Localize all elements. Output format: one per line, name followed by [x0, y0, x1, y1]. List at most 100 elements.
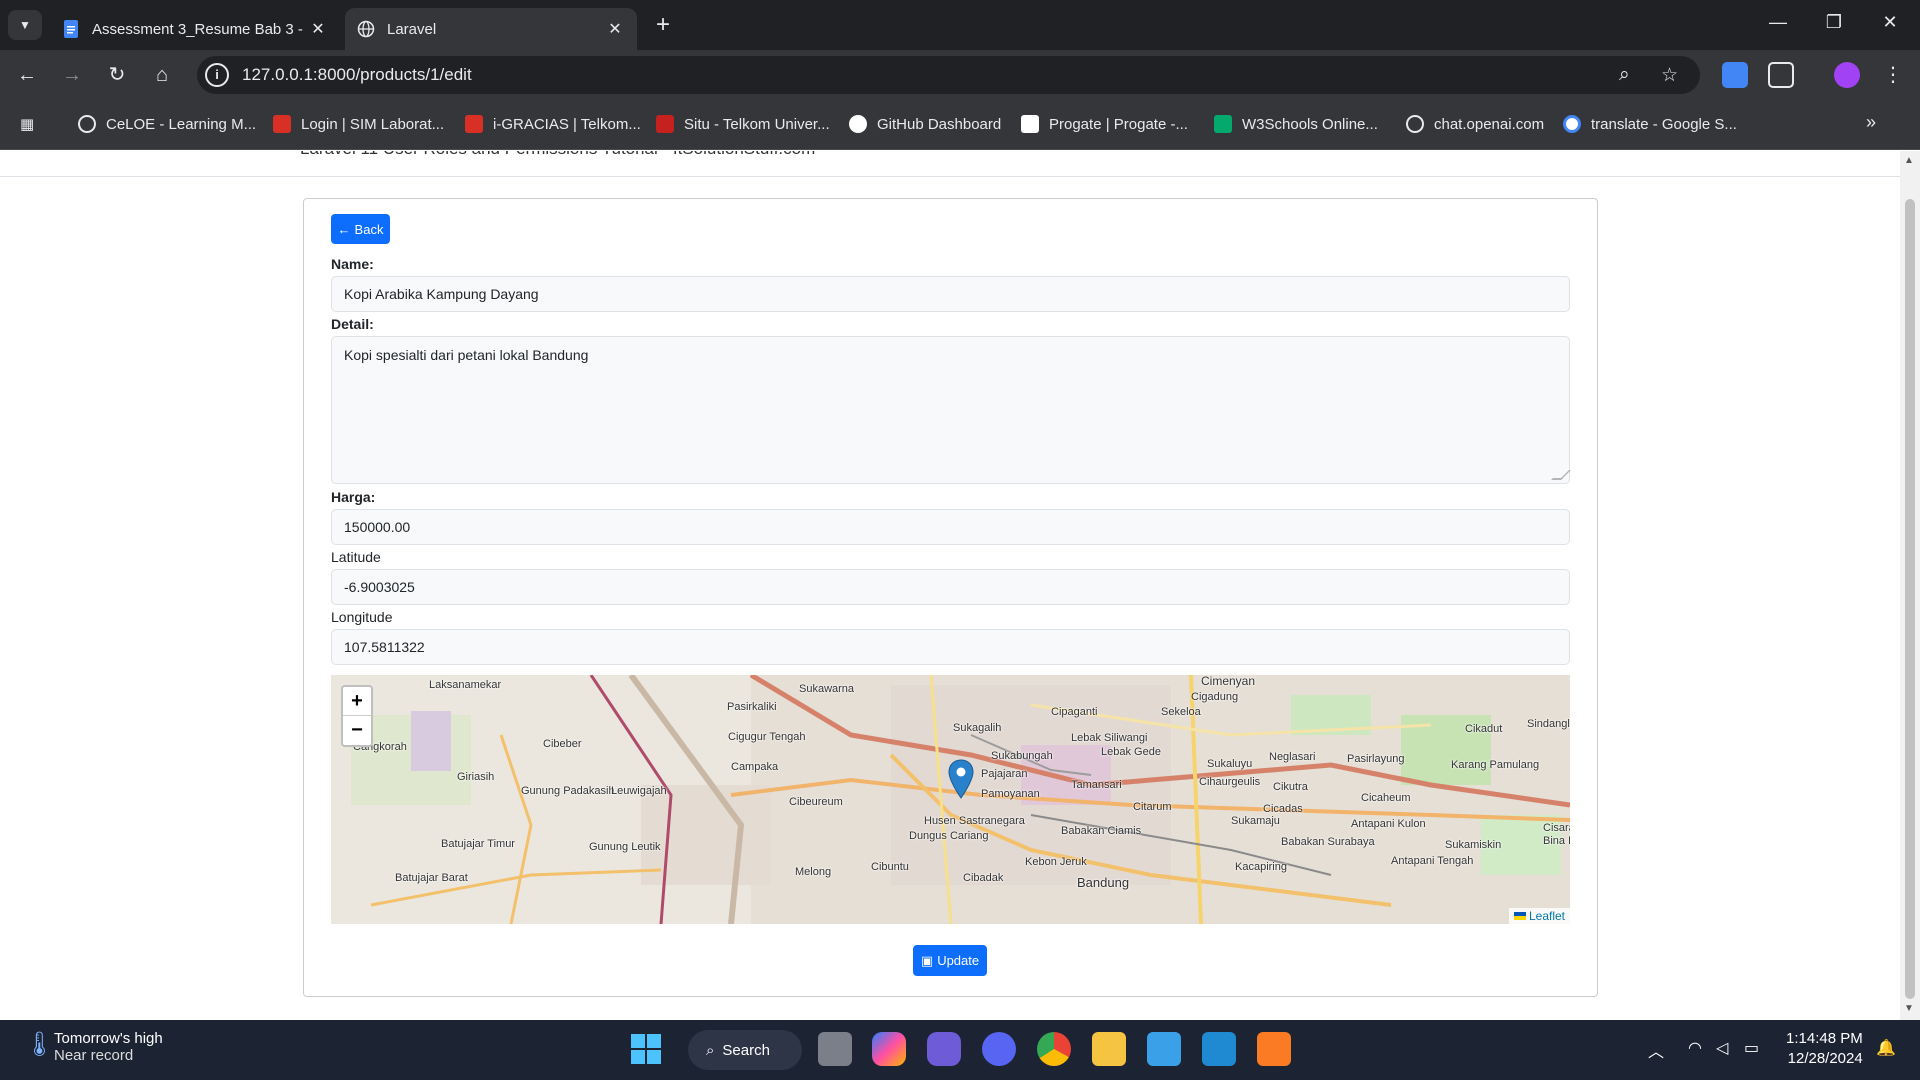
star-icon[interactable]: ☆: [1661, 64, 1678, 87]
windows-taskbar: 🌡 Tomorrow's high Near record ⌕ Search ︿…: [0, 1020, 1920, 1080]
close-icon[interactable]: ✕: [605, 19, 625, 39]
bookmark-sim-lab[interactable]: Login | SIM Laborat...: [273, 115, 444, 133]
translate-extension-icon[interactable]: [1722, 62, 1748, 88]
location-marker-icon[interactable]: [948, 759, 974, 799]
chevron-up-icon[interactable]: ︿: [1648, 1038, 1664, 1062]
new-tab-button[interactable]: +: [650, 12, 676, 38]
bookmark-openai[interactable]: chat.openai.com: [1406, 115, 1544, 133]
restore-icon[interactable]: ❐: [1814, 12, 1854, 33]
map-zoom-control: + −: [341, 685, 373, 747]
copilot-icon[interactable]: [872, 1032, 906, 1066]
leaflet-map[interactable]: Laksanamekar Sukawarna Pasirkaliki Cigad…: [331, 675, 1570, 924]
openai-icon: [1406, 115, 1424, 133]
wifi-icon[interactable]: ◠: [1688, 1038, 1702, 1058]
page-scrollbar[interactable]: ▲ ▼: [1900, 151, 1920, 1020]
address-bar[interactable]: i 127.0.0.1:8000/products/1/edit ⌕ ☆: [197, 56, 1700, 94]
tab-assessment[interactable]: Assessment 3_Resume Bab 3 - ( ✕: [50, 8, 340, 50]
tab-title: Laravel: [387, 20, 437, 38]
tab-laravel[interactable]: Laravel ✕: [345, 8, 637, 50]
browser-titlebar: ▼ Assessment 3_Resume Bab 3 - ( ✕ Larave…: [0, 0, 1920, 50]
windows-start-icon[interactable]: [629, 1032, 663, 1066]
harga-label: Harga:: [331, 489, 376, 505]
detail-text: Kopi spesialti dari petani lokal Bandung: [344, 347, 589, 363]
longitude-input[interactable]: 107.5811322: [331, 629, 1570, 665]
sim-lab-icon: [273, 115, 291, 133]
site-info-icon[interactable]: i: [205, 63, 229, 87]
close-icon[interactable]: ✕: [308, 19, 328, 39]
weather-line2: Near record: [54, 1047, 134, 1064]
scroll-down-icon[interactable]: ▼: [1904, 1003, 1914, 1014]
weather-line1: Tomorrow's high: [54, 1030, 163, 1047]
taskbar-search[interactable]: ⌕ Search: [688, 1030, 802, 1070]
latitude-input[interactable]: -6.9003025: [331, 569, 1570, 605]
globe-icon: [357, 20, 375, 38]
bookmark-igracias[interactable]: i-GRACIAS | Telkom...: [465, 115, 641, 133]
reload-icon[interactable]: ↻: [102, 60, 132, 90]
close-window-icon[interactable]: ✕: [1870, 12, 1910, 33]
browser-toolbar: ← → ↻ ⌂ i 127.0.0.1:8000/products/1/edit…: [0, 50, 1920, 100]
name-input[interactable]: Kopi Arabika Kampung Dayang: [331, 276, 1570, 312]
chevron-down-icon: ▼: [19, 18, 31, 32]
save-icon: ▣: [920, 952, 934, 968]
situ-icon: [656, 115, 674, 133]
bookmark-celoe[interactable]: CeLOE - Learning M...: [78, 115, 256, 133]
search-icon: ⌕: [706, 1041, 715, 1059]
page-navbar: Laravel 11 User Roles and Permissions Tu…: [0, 151, 1900, 177]
name-label: Name:: [331, 256, 374, 272]
detail-label: Detail:: [331, 316, 374, 332]
task-view-icon[interactable]: [818, 1032, 852, 1066]
profile-avatar[interactable]: [1834, 62, 1860, 88]
forward-arrow-icon[interactable]: →: [57, 60, 87, 90]
bookmark-w3schools[interactable]: W3Schools Online...: [1214, 115, 1378, 133]
celoe-icon: [78, 115, 96, 133]
scroll-up-icon[interactable]: ▲: [1904, 155, 1914, 166]
zoom-in-button[interactable]: +: [343, 687, 371, 716]
bookmark-progate[interactable]: Progate | Progate -...: [1021, 115, 1188, 133]
longitude-label: Longitude: [331, 609, 393, 625]
vscode-icon[interactable]: [1202, 1032, 1236, 1066]
navbar-brand[interactable]: Laravel 11 User Roles and Permissions Tu…: [300, 151, 815, 159]
taskbar-clock[interactable]: 1:14:48 PM 12/28/2024: [1786, 1029, 1863, 1069]
detail-textarea[interactable]: Kopi spesialti dari petani lokal Bandung: [331, 336, 1571, 484]
clock-time: 1:14:48 PM: [1786, 1030, 1863, 1047]
file-explorer-icon[interactable]: [1092, 1032, 1126, 1066]
resize-handle[interactable]: [1551, 470, 1571, 480]
xampp-icon[interactable]: [1257, 1032, 1291, 1066]
github-icon: [849, 115, 867, 133]
home-icon[interactable]: ⌂: [147, 60, 177, 90]
bookmark-translate[interactable]: translate - Google S...: [1563, 115, 1737, 133]
zoom-icon[interactable]: ⌕: [1619, 64, 1630, 86]
latitude-label: Latitude: [331, 549, 381, 565]
menu-dots-icon[interactable]: ⋮: [1878, 60, 1908, 90]
scrollbar-thumb[interactable]: [1905, 199, 1915, 999]
url-text[interactable]: 127.0.0.1:8000/products/1/edit: [242, 65, 472, 85]
igracias-icon: [465, 115, 483, 133]
w3schools-icon: [1214, 115, 1232, 133]
flag-icon: [1513, 912, 1526, 920]
back-arrow-icon[interactable]: ←: [12, 60, 42, 90]
extensions-icon[interactable]: [1768, 62, 1794, 88]
notification-bell-icon[interactable]: 🔔: [1876, 1038, 1896, 1058]
app-icon[interactable]: [927, 1032, 961, 1066]
discord-icon[interactable]: [982, 1032, 1016, 1066]
volume-icon[interactable]: ◁: [1716, 1038, 1728, 1058]
weather-widget[interactable]: 🌡 Tomorrow's high Near record: [24, 1030, 163, 1064]
update-button[interactable]: ▣ Update: [913, 945, 987, 976]
tab-search-button[interactable]: ▼: [8, 10, 42, 40]
apps-grid-icon[interactable]: ▦: [20, 115, 34, 133]
chrome-icon[interactable]: [1037, 1032, 1071, 1066]
bookmarks-bar: ▦ CeLOE - Learning M... Login | SIM Labo…: [0, 100, 1920, 150]
minimize-icon[interactable]: —: [1758, 12, 1798, 33]
zoom-out-button[interactable]: −: [343, 716, 371, 745]
bookmark-github[interactable]: GitHub Dashboard: [849, 115, 1001, 133]
harga-input[interactable]: 150000.00: [331, 509, 1570, 545]
more-bookmarks-icon[interactable]: »: [1866, 112, 1876, 133]
map-attribution[interactable]: Leaflet: [1508, 908, 1570, 924]
bookmark-situ[interactable]: Situ - Telkom Univer...: [656, 115, 830, 133]
battery-icon[interactable]: ▭: [1744, 1038, 1759, 1058]
back-button[interactable]: ← Back: [331, 214, 390, 244]
notepad-icon[interactable]: [1147, 1032, 1181, 1066]
docs-icon: [64, 20, 78, 38]
arrow-left-icon: ←: [337, 221, 351, 237]
web-page: Laravel 11 User Roles and Permissions Tu…: [0, 151, 1900, 1020]
